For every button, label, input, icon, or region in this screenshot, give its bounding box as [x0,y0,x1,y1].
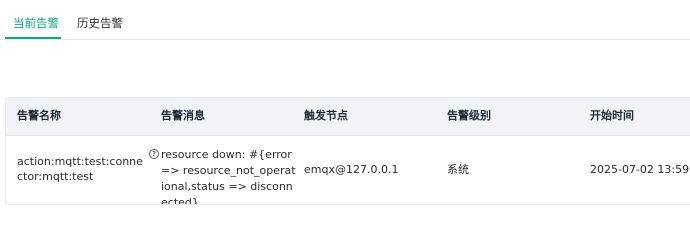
tab-current-alarms[interactable]: 当前告警 [13,15,59,31]
column-header-alarm-name[interactable]: 告警名称 [17,109,61,123]
alarms-table: 告警名称 告警消息 触发节点 告警级别 开始时间 action:mqtt:tes… [5,97,690,205]
trigger-node-cell: emqx@127.0.0.1 [304,163,399,176]
alarm-level-cell: 系统 [447,163,469,176]
column-header-start-time[interactable]: 开始时间 [590,109,634,123]
active-tab-indicator [5,37,61,39]
table-header: 告警名称 告警消息 触发节点 告警级别 开始时间 [6,98,690,136]
alarm-tabs: 当前告警 历史告警 [0,0,690,40]
alarm-name-cell: action:mqtt:test:connector:mqtt:test [17,155,143,183]
tab-history-alarms[interactable]: 历史告警 [77,15,123,31]
column-header-alarm-level[interactable]: 告警级别 [447,109,491,123]
question-circle-icon[interactable]: ? [149,149,159,159]
column-header-alarm-message[interactable]: 告警消息 [161,109,205,123]
column-header-trigger-node[interactable]: 触发节点 [304,109,348,123]
start-time-cell: 2025-07-02 13:59:27 [590,163,690,176]
alarm-message-text: resource down: #{error => resource_not_o… [161,148,296,205]
